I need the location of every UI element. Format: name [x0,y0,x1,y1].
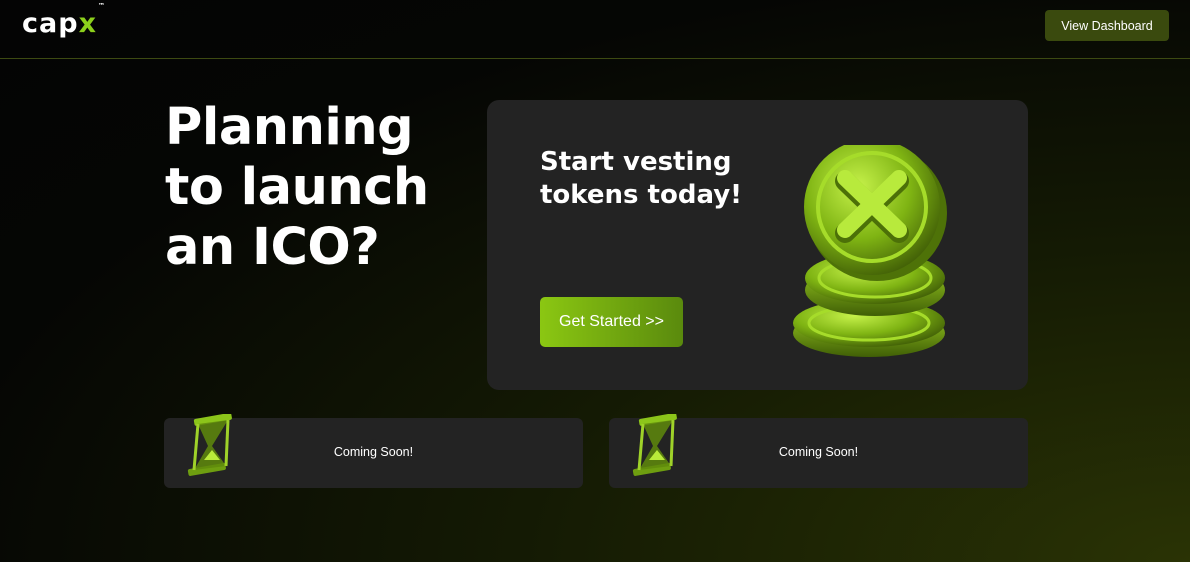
top-navbar: capx™ View Dashboard [0,0,1190,59]
capx-logo[interactable]: capx™ [22,2,106,39]
hero-line-3: an ICO? [165,218,380,277]
coming-soon-label: Coming Soon! [333,445,414,459]
trademark-mark: ™ [97,2,106,10]
get-started-button[interactable]: Get Started >> [540,297,683,347]
card-title-line-1: Start vesting [540,147,732,177]
view-dashboard-button[interactable]: View Dashboard [1045,10,1169,41]
hero-line-2: to launch [165,158,429,217]
coming-soon-card-1: Coming Soon! [164,414,583,488]
start-vesting-card: Start vesting tokens today! Get Started … [487,100,1028,390]
hero-heading: Planning to launch an ICO? [165,98,465,278]
coming-soon-label: Coming Soon! [778,445,859,459]
card-title-line-2: tokens today! [540,180,743,210]
hero-line-1: Planning [165,98,414,157]
coming-soon-card-2: Coming Soon! [609,414,1028,488]
capx-coin-stack-icon [793,145,947,357]
card-title: Start vesting tokens today! [540,146,770,212]
